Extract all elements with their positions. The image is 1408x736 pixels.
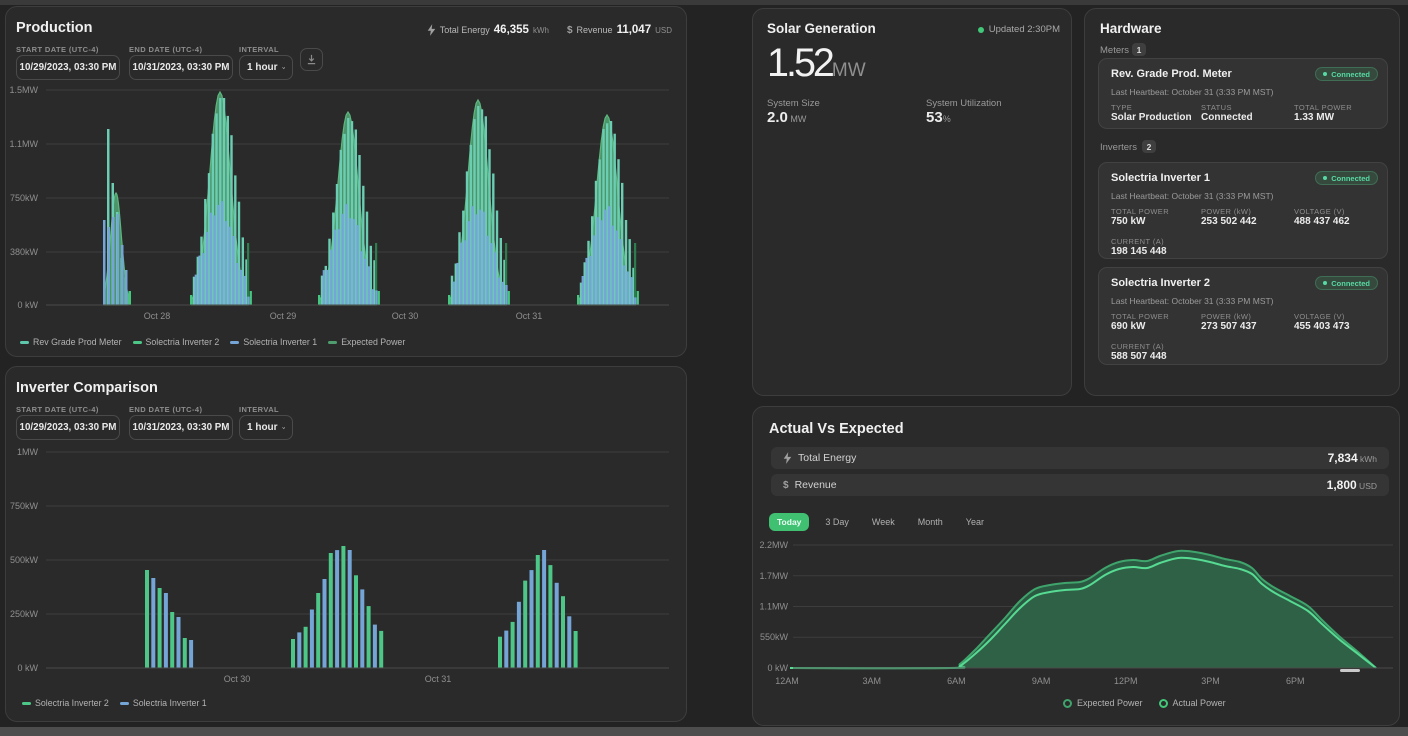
svg-text:6PM: 6PM bbox=[1286, 676, 1305, 686]
svg-text:750kW: 750kW bbox=[10, 501, 39, 511]
svg-text:12PM: 12PM bbox=[1114, 676, 1138, 686]
svg-text:1MW: 1MW bbox=[17, 447, 39, 457]
svg-text:6AM: 6AM bbox=[947, 676, 966, 686]
svg-text:12AM: 12AM bbox=[775, 676, 799, 686]
svg-text:500kW: 500kW bbox=[10, 555, 39, 565]
svg-text:2.2MW: 2.2MW bbox=[759, 540, 788, 550]
svg-text:9AM: 9AM bbox=[1032, 676, 1051, 686]
svg-text:0 kW: 0 kW bbox=[17, 663, 38, 673]
svg-text:0 kW: 0 kW bbox=[767, 663, 788, 673]
svg-text:3AM: 3AM bbox=[862, 676, 881, 686]
svg-text:Oct 30: Oct 30 bbox=[224, 674, 251, 684]
svg-text:3PM: 3PM bbox=[1201, 676, 1220, 686]
svg-text:Oct 31: Oct 31 bbox=[425, 674, 452, 684]
svg-text:1.1MW: 1.1MW bbox=[759, 602, 788, 612]
svg-text:250kW: 250kW bbox=[10, 609, 39, 619]
svg-text:1.7MW: 1.7MW bbox=[759, 571, 788, 581]
svg-text:550kW: 550kW bbox=[760, 632, 789, 642]
